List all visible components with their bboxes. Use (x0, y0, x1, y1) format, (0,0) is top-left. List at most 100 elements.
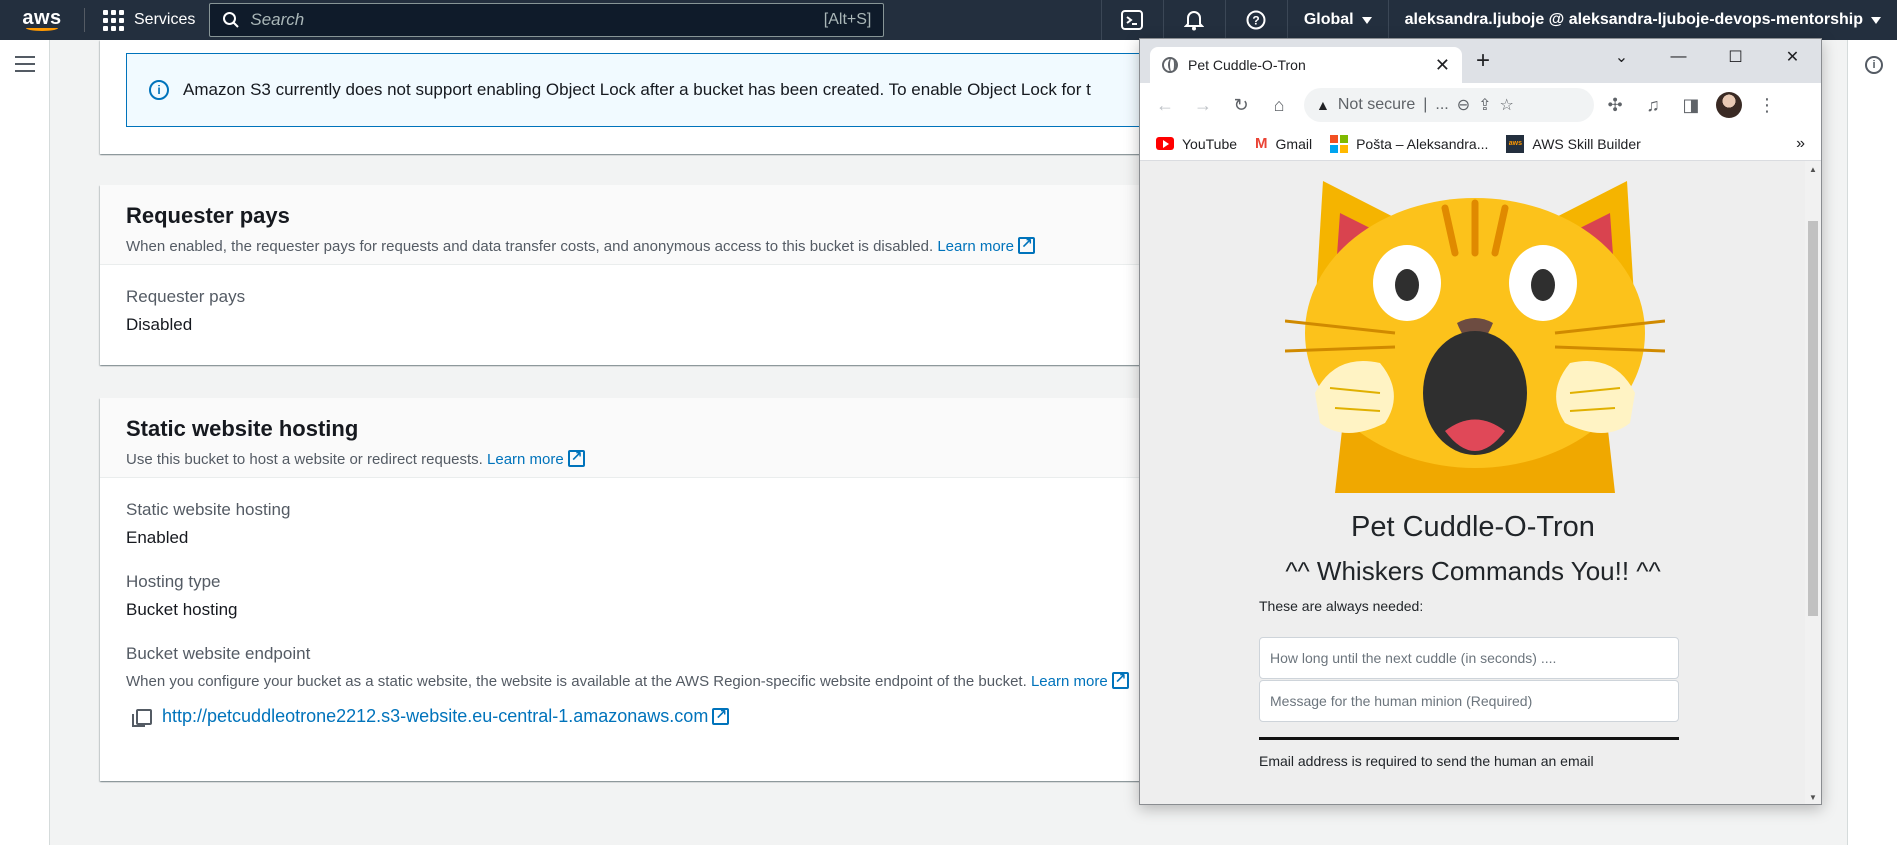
omnibox-separator: | (1423, 96, 1428, 113)
omnibox-more: ... (1435, 96, 1449, 113)
caret-down-icon (1871, 16, 1881, 24)
page-scrollbar[interactable]: ▲ ▼ (1805, 161, 1821, 804)
hosting-status-value: Enabled (126, 528, 189, 547)
account-label: aleksandra.ljuboje @ aleksandra-ljuboje-… (1404, 11, 1863, 28)
chrome-menu-icon[interactable]: ⋮ (1750, 88, 1784, 122)
hamburger-menu-icon[interactable] (15, 56, 35, 77)
bookmark-label: YouTube (1182, 135, 1238, 152)
aws-logo[interactable]: aws (0, 0, 84, 40)
cuddle-delay-input[interactable]: How long until the next cuddle (in secon… (1259, 637, 1679, 679)
bookmarks-bar: YouTube M Gmail Pošta – Aleksandra... aws… (1140, 127, 1821, 161)
object-lock-panel: i Amazon S3 currently does not support e… (100, 40, 1226, 154)
scroll-down-icon[interactable]: ▼ (1809, 793, 1817, 802)
not-secure-label: Not secure (1337, 96, 1416, 113)
static-hosting-header: Static website hosting Use this bucket t… (100, 398, 1200, 478)
learn-more-link[interactable]: Learn more (487, 448, 585, 468)
browser-toolbar: ← → ↻ ⌂ ▲ Not secure | ... ⊖ ⇪ ☆ ✣ ♫ ◨ ⋮ (1140, 83, 1821, 127)
endpoint-row: http://petcuddleotrone2212.s3-website.eu… (126, 706, 1174, 727)
page-subtitle: ^^ Whiskers Commands You!! ^^ (1285, 556, 1661, 586)
requester-pays-field: Requester pays Disabled (100, 287, 1200, 335)
email-required-note: Email address is required to send the hu… (1259, 753, 1594, 769)
window-controls: ⌄ — ☐ ✕ (1593, 39, 1821, 75)
scroll-up-icon[interactable]: ▲ (1809, 165, 1817, 174)
endpoint-label: Bucket website endpoint (126, 644, 311, 663)
address-bar[interactable]: ▲ Not secure | ... ⊖ ⇪ ☆ (1304, 88, 1594, 122)
close-tab-icon[interactable]: ✕ (1435, 55, 1450, 76)
profile-avatar[interactable] (1712, 88, 1746, 122)
grid-icon (103, 9, 124, 31)
object-lock-info-alert: i Amazon S3 currently does not support e… (126, 53, 1226, 127)
alert-text: Amazon S3 currently does not support ena… (183, 80, 1091, 99)
account-menu[interactable]: aleksandra.ljuboje @ aleksandra-ljuboje-… (1387, 0, 1897, 40)
notifications-button[interactable] (1162, 0, 1225, 40)
aws-smile-icon (26, 25, 58, 31)
copy-icon[interactable] (132, 708, 152, 727)
form-divider (1259, 737, 1679, 740)
side-panel-icon[interactable]: ◨ (1674, 88, 1708, 122)
tab-pet-cuddle-o-tron[interactable]: Pet Cuddle-O-Tron ✕ (1150, 47, 1462, 83)
minimize-icon[interactable]: — (1650, 39, 1707, 75)
search-input[interactable]: Search [Alt+S] (209, 3, 885, 37)
right-help-rail: i (1847, 40, 1897, 845)
search-icon (223, 12, 240, 28)
bookmark-label: AWS Skill Builder (1532, 135, 1641, 152)
requester-pays-description: When enabled, the requester pays for req… (126, 235, 1174, 255)
home-icon[interactable]: ⌂ (1262, 88, 1296, 122)
bookmark-gmail[interactable]: M Gmail (1255, 135, 1312, 152)
bookmark-label: Gmail (1275, 135, 1313, 152)
help-icon: ? (1246, 10, 1266, 30)
requester-pays-value: Disabled (126, 315, 193, 334)
search-shortcut: [Alt+S] (823, 11, 872, 28)
info-icon[interactable]: i (1865, 56, 1883, 74)
forward-icon[interactable]: → (1186, 88, 1220, 122)
cloudshell-icon (1121, 10, 1144, 30)
scroll-thumb[interactable] (1808, 221, 1818, 616)
learn-more-label: Learn more (1030, 673, 1108, 690)
avatar (1716, 92, 1742, 118)
hosting-type-label: Hosting type (126, 572, 221, 591)
endpoint-url-text: http://petcuddleotrone2212.s3-website.eu… (162, 706, 709, 726)
learn-more-label: Learn more (487, 451, 564, 468)
share-icon[interactable]: ⇪ (1478, 95, 1491, 115)
requester-pays-header: Requester pays When enabled, the request… (100, 185, 1200, 265)
tab-title: Pet Cuddle-O-Tron (1188, 57, 1306, 73)
search-placeholder: Search (250, 10, 305, 29)
media-icon[interactable]: ♫ (1636, 88, 1670, 122)
endpoint-desc-text: When you configure your bucket as a stat… (126, 673, 1027, 690)
youtube-icon (1156, 137, 1174, 150)
reload-icon[interactable]: ↻ (1224, 88, 1258, 122)
tab-search-icon[interactable]: ⌄ (1593, 39, 1650, 75)
hosting-status-field: Static website hosting Enabled (100, 500, 1200, 548)
message-input[interactable]: Message for the human minion (Required) (1259, 680, 1679, 722)
learn-more-link[interactable]: Learn more (1030, 670, 1129, 690)
services-menu-button[interactable]: Services (85, 9, 209, 31)
static-website-hosting-panel: Static website hosting Use this bucket t… (100, 398, 1200, 781)
back-icon[interactable]: ← (1148, 88, 1182, 122)
maximize-icon[interactable]: ☐ (1707, 39, 1764, 75)
static-hosting-title: Static website hosting (126, 416, 359, 441)
close-window-icon[interactable]: ✕ (1764, 39, 1821, 75)
bookmarks-overflow-icon[interactable]: » (1796, 135, 1805, 153)
info-icon: i (149, 80, 169, 100)
endpoint-url-link[interactable]: http://petcuddleotrone2212.s3-website.eu… (162, 706, 730, 727)
new-tab-button[interactable]: + (1476, 47, 1490, 75)
bookmark-star-icon[interactable]: ☆ (1500, 95, 1514, 115)
zoom-out-icon[interactable]: ⊖ (1457, 95, 1470, 115)
hosting-status-label: Static website hosting (126, 500, 291, 519)
help-button[interactable]: ? (1224, 0, 1287, 40)
region-selector[interactable]: Global (1286, 0, 1388, 40)
bookmark-aws-skill-builder[interactable]: aws AWS Skill Builder (1506, 134, 1641, 153)
bookmark-youtube[interactable]: YouTube (1156, 136, 1237, 152)
caret-down-icon (1361, 16, 1372, 24)
message-placeholder: Message for the human minion (Required) (1270, 693, 1533, 709)
hosting-type-value: Bucket hosting (126, 600, 238, 619)
cloudshell-button[interactable] (1100, 0, 1163, 40)
learn-more-link[interactable]: Learn more (937, 235, 1036, 255)
gmail-icon: M (1255, 135, 1268, 152)
bookmark-posta[interactable]: Pošta – Aleksandra... (1330, 134, 1488, 153)
endpoint-description: When you configure your bucket as a stat… (126, 670, 1174, 690)
extensions-icon[interactable]: ✣ (1598, 88, 1632, 122)
cuddle-delay-placeholder: How long until the next cuddle (in secon… (1270, 650, 1557, 666)
left-nav-rail (0, 40, 50, 845)
always-needed-label: These are always needed: (1259, 598, 1424, 614)
